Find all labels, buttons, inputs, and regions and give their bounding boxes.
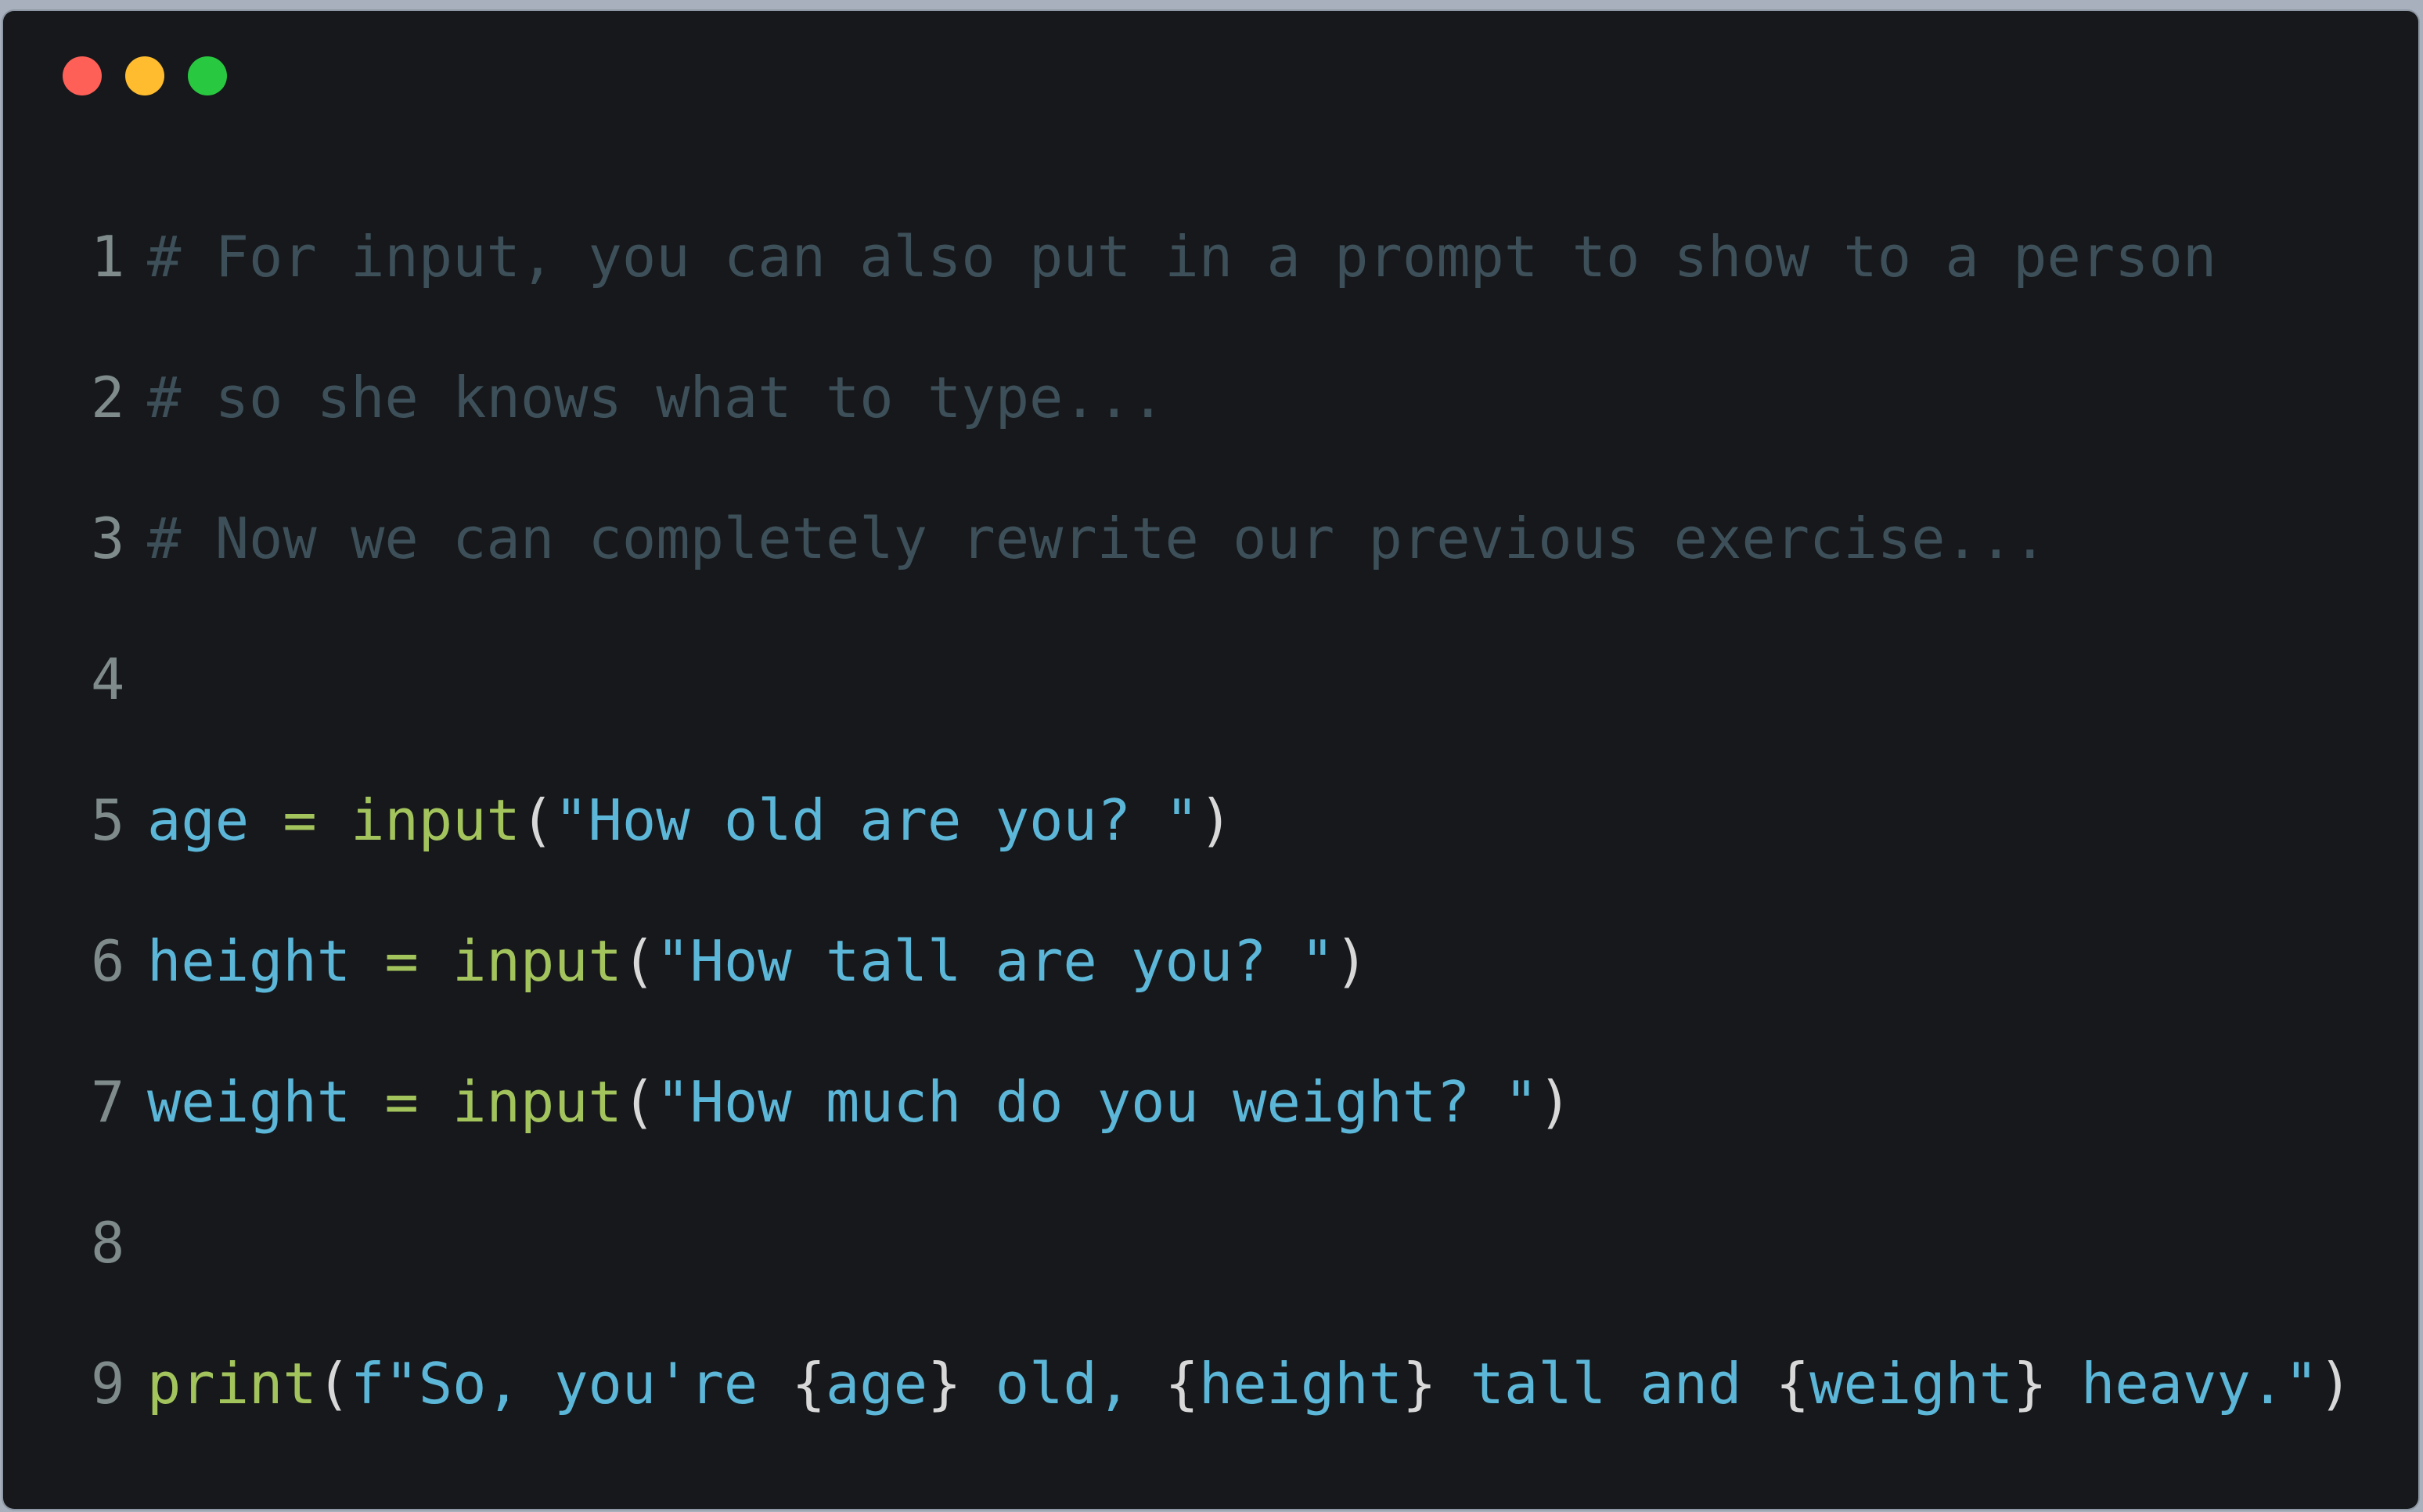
line-number: 3 <box>91 506 125 571</box>
line-number: 4 <box>91 646 125 712</box>
brace-close: } <box>2013 1351 2047 1417</box>
close-paren: ) <box>1538 1069 1572 1135</box>
code-line-4: 4 <box>91 640 147 718</box>
string-literal: "How much do you weight? " <box>656 1069 1539 1135</box>
assignment-operator: = <box>351 928 453 994</box>
code-line-1: 1 # For input, you can also put in a pro… <box>91 218 2216 296</box>
line-number: 6 <box>91 928 125 994</box>
close-paren: ) <box>1198 787 1233 853</box>
function-name: input <box>452 928 622 994</box>
interpolated-variable: weight <box>1809 1351 2014 1417</box>
line-number: 5 <box>91 787 125 853</box>
open-paren: ( <box>621 1069 657 1135</box>
open-paren: ( <box>520 787 555 853</box>
string-literal: "How old are you? " <box>554 787 1199 853</box>
function-name: input <box>452 1069 622 1135</box>
line-number: 9 <box>91 1351 125 1417</box>
close-paren: ) <box>1334 928 1369 994</box>
variable-name: height <box>147 928 351 994</box>
string-literal: heavy." <box>2047 1351 2319 1417</box>
code-window: 1 # For input, you can also put in a pro… <box>3 11 2418 1509</box>
code-comment: # For input, you can also put in a promp… <box>147 224 2217 290</box>
code-line-6: 6 height = input ( "How tall are you? " … <box>91 922 1369 1000</box>
string-literal: tall and <box>1436 1351 1776 1417</box>
code-line-7: 7 weight = input ( "How much do you weig… <box>91 1063 1572 1141</box>
interpolated-variable: age <box>826 1351 928 1417</box>
assignment-operator: = <box>249 787 351 853</box>
code-comment: # Now we can completely rewrite our prev… <box>147 506 2047 571</box>
function-name: input <box>351 787 520 853</box>
string-literal: f"So, you're <box>351 1351 792 1417</box>
variable-name: weight <box>147 1069 351 1135</box>
function-name: print <box>147 1351 317 1417</box>
string-literal: old, <box>961 1351 1165 1417</box>
brace-close: } <box>927 1351 962 1417</box>
interpolated-variable: height <box>1198 1351 1402 1417</box>
open-paren: ( <box>621 928 657 994</box>
code-line-8: 8 <box>91 1204 147 1282</box>
brace-open: { <box>1775 1351 1810 1417</box>
string-literal: "How tall are you? " <box>656 928 1335 994</box>
line-number: 8 <box>91 1210 125 1276</box>
brace-open: { <box>1165 1351 1199 1417</box>
assignment-operator: = <box>351 1069 453 1135</box>
line-number: 1 <box>91 224 125 290</box>
code-line-3: 3 # Now we can completely rewrite our pr… <box>91 499 2047 578</box>
code-line-9: 9 print ( f"So, you're { age } old, { he… <box>91 1345 2353 1423</box>
line-number: 2 <box>91 365 125 430</box>
variable-name: age <box>147 787 250 853</box>
line-number: 7 <box>91 1069 125 1135</box>
code-line-2: 2 # so she knows what to type... <box>91 358 1165 437</box>
brace-open: { <box>791 1351 826 1417</box>
brace-close: } <box>1402 1351 1437 1417</box>
code-comment: # so she knows what to type... <box>147 365 1165 430</box>
close-paren: ) <box>2318 1351 2353 1417</box>
code-line-5: 5 age = input ( "How old are you? " ) <box>91 781 1233 859</box>
code-editor: 1 # For input, you can also put in a pro… <box>91 11 2407 1509</box>
open-paren: ( <box>316 1351 351 1417</box>
